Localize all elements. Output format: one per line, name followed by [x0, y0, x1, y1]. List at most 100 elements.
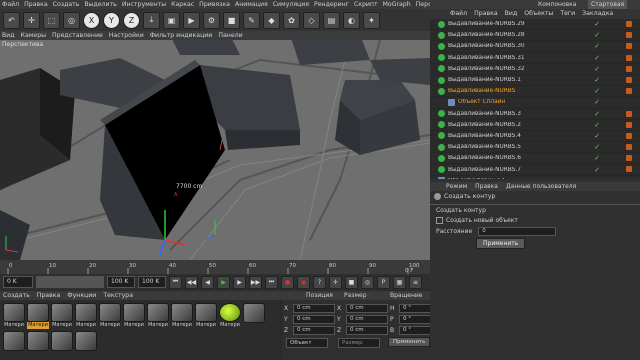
size-field[interactable]: 0 cm: [346, 303, 388, 313]
material-tag-icon[interactable]: [626, 144, 632, 151]
subdivision-icon[interactable]: ◆: [263, 11, 280, 29]
attribute-menu-item[interactable]: Правка: [475, 182, 498, 191]
material-swatch[interactable]: Матери: [195, 303, 217, 329]
material-swatch[interactable]: Матери: [27, 303, 49, 329]
next-key-button[interactable]: ▶▶: [249, 275, 262, 289]
viewport-menu-item[interactable]: Панели: [218, 31, 242, 40]
render-region-icon[interactable]: ▣: [163, 11, 180, 29]
object-menu-item[interactable]: Объекты: [524, 9, 553, 19]
material-tag-icon[interactable]: [626, 21, 632, 27]
object-row[interactable]: Выдавливание-NURBS.28 ✓: [430, 30, 640, 42]
visibility-check-icon[interactable]: ✓: [594, 132, 600, 140]
menu-item[interactable]: Рендеринг: [314, 0, 349, 9]
menu-item[interactable]: Инструменты: [122, 0, 166, 9]
camera-icon[interactable]: ◐: [343, 11, 360, 29]
viewport-menu-item[interactable]: Представление: [52, 31, 103, 40]
visibility-check-icon[interactable]: ✓: [594, 65, 600, 73]
prev-frame-button[interactable]: ◀: [201, 275, 214, 289]
deformer-icon[interactable]: ◇: [303, 11, 320, 29]
material-swatch[interactable]: [27, 331, 49, 357]
param-key-button[interactable]: P: [377, 275, 390, 289]
material-swatch[interactable]: Матери: [123, 303, 145, 329]
material-tag-icon[interactable]: [626, 65, 632, 72]
visibility-check-icon[interactable]: ✓: [594, 31, 600, 39]
visibility-check-icon[interactable]: ✓: [594, 98, 600, 106]
object-menu-item[interactable]: Закладка: [582, 9, 613, 19]
create-outline-apply-button[interactable]: Применить: [476, 238, 526, 249]
visibility-check-icon[interactable]: ✓: [594, 121, 600, 129]
menu-item[interactable]: Скрипт: [354, 0, 378, 9]
material-swatch[interactable]: [243, 303, 265, 329]
prev-key-button[interactable]: ◀◀: [185, 275, 198, 289]
next-frame-button[interactable]: ▶: [233, 275, 246, 289]
menu-item[interactable]: Анимация: [235, 0, 268, 9]
scene-icon[interactable]: ▤: [323, 11, 340, 29]
keyframe-button[interactable]: ?: [313, 275, 326, 289]
material-swatch[interactable]: Матери: [75, 303, 97, 329]
size-field[interactable]: 0 cm: [346, 314, 388, 324]
y-axis-icon[interactable]: Y: [103, 11, 120, 29]
object-row[interactable]: Выдавливание-NURBS.32 ✓: [430, 64, 640, 75]
object-row[interactable]: Выдавливание-NURBS ✓: [430, 86, 640, 98]
visibility-check-icon[interactable]: ✓: [594, 54, 600, 62]
z-axis-icon[interactable]: Z: [123, 11, 140, 29]
material-swatch[interactable]: Матери: [219, 303, 241, 329]
object-menu-item[interactable]: Вид: [505, 9, 518, 19]
viewport-menu-item[interactable]: Камеры: [21, 31, 46, 40]
material-tag-icon[interactable]: [626, 76, 632, 83]
visibility-check-icon[interactable]: ✓: [594, 76, 600, 84]
object-row[interactable]: Выдавливание-NURBS.31 ✓: [430, 53, 640, 64]
material-swatch[interactable]: [51, 331, 73, 357]
material-tag-icon[interactable]: [626, 110, 632, 117]
material-tag-icon[interactable]: [626, 54, 632, 61]
material-swatch[interactable]: [3, 331, 25, 357]
material-menu-item[interactable]: Текстура: [103, 291, 133, 300]
viewport-menu-item[interactable]: Вид: [2, 31, 15, 40]
max-frame-field[interactable]: 100 K: [138, 276, 166, 288]
material-menu-item[interactable]: Правка: [37, 291, 61, 300]
material-tag-icon[interactable]: [626, 121, 632, 128]
autokey-button[interactable]: ◉: [297, 275, 310, 289]
material-swatch[interactable]: Матери: [3, 303, 25, 329]
material-tag-icon[interactable]: [626, 43, 632, 50]
visibility-check-icon[interactable]: ✓: [594, 143, 600, 151]
material-swatch[interactable]: [75, 331, 97, 357]
size-mode-select[interactable]: Размер: [338, 338, 380, 348]
range-slider[interactable]: [36, 276, 104, 288]
position-field[interactable]: 0 cm: [293, 303, 335, 313]
menu-item[interactable]: Правка: [24, 0, 48, 9]
render-view-icon[interactable]: ▶: [183, 11, 200, 29]
move-key-button[interactable]: ✛: [329, 275, 342, 289]
size-field[interactable]: 0 cm: [346, 325, 388, 335]
visibility-check-icon[interactable]: ✓: [594, 42, 600, 50]
3d-viewport[interactable]: 7700 cm A Перспектива: [0, 40, 430, 260]
object-menu-item[interactable]: Файл: [450, 9, 467, 19]
object-row[interactable]: Выдавливание-NURBS.29 ✓: [430, 19, 640, 31]
array-icon[interactable]: ✿: [283, 11, 300, 29]
position-field[interactable]: 0 cm: [293, 314, 335, 324]
tab-startup[interactable]: Стартовая: [588, 0, 628, 9]
object-row[interactable]: Выдавливание-NURBS.3 ✓: [430, 109, 640, 120]
object-menu-item[interactable]: Теги: [560, 9, 575, 19]
object-row[interactable]: Объект Сплайн ✓: [430, 97, 640, 109]
object-row[interactable]: Выдавливание-NURBS.2 ✓: [430, 120, 640, 131]
coordinate-icon[interactable]: ⤓: [143, 11, 160, 29]
light-icon[interactable]: ✦: [363, 11, 380, 29]
coord-mode-select[interactable]: Объект: [286, 338, 328, 348]
cube-icon[interactable]: ■: [223, 11, 240, 29]
material-swatch[interactable]: Матери: [171, 303, 193, 329]
coord-apply-button[interactable]: Применить: [388, 337, 431, 347]
material-menu-item[interactable]: Создать: [3, 291, 30, 300]
material-swatch[interactable]: Матери: [99, 303, 121, 329]
material-tag-icon[interactable]: [626, 132, 632, 139]
menu-item[interactable]: Привязка: [199, 0, 230, 9]
attribute-menu-item[interactable]: Данные пользователя: [506, 182, 576, 191]
material-swatch[interactable]: Матери: [147, 303, 169, 329]
scale-key-button[interactable]: ■: [345, 275, 358, 289]
grid-key-button[interactable]: ▦: [393, 275, 406, 289]
move-icon[interactable]: ✛: [23, 11, 40, 29]
end-frame-field[interactable]: 100 K: [107, 276, 135, 288]
viewport-menu-item[interactable]: Фильтр индикации: [150, 31, 213, 40]
visibility-check-icon[interactable]: ✓: [594, 20, 600, 28]
object-row[interactable]: Выдавливание-NURBS.30 ✓: [430, 41, 640, 53]
